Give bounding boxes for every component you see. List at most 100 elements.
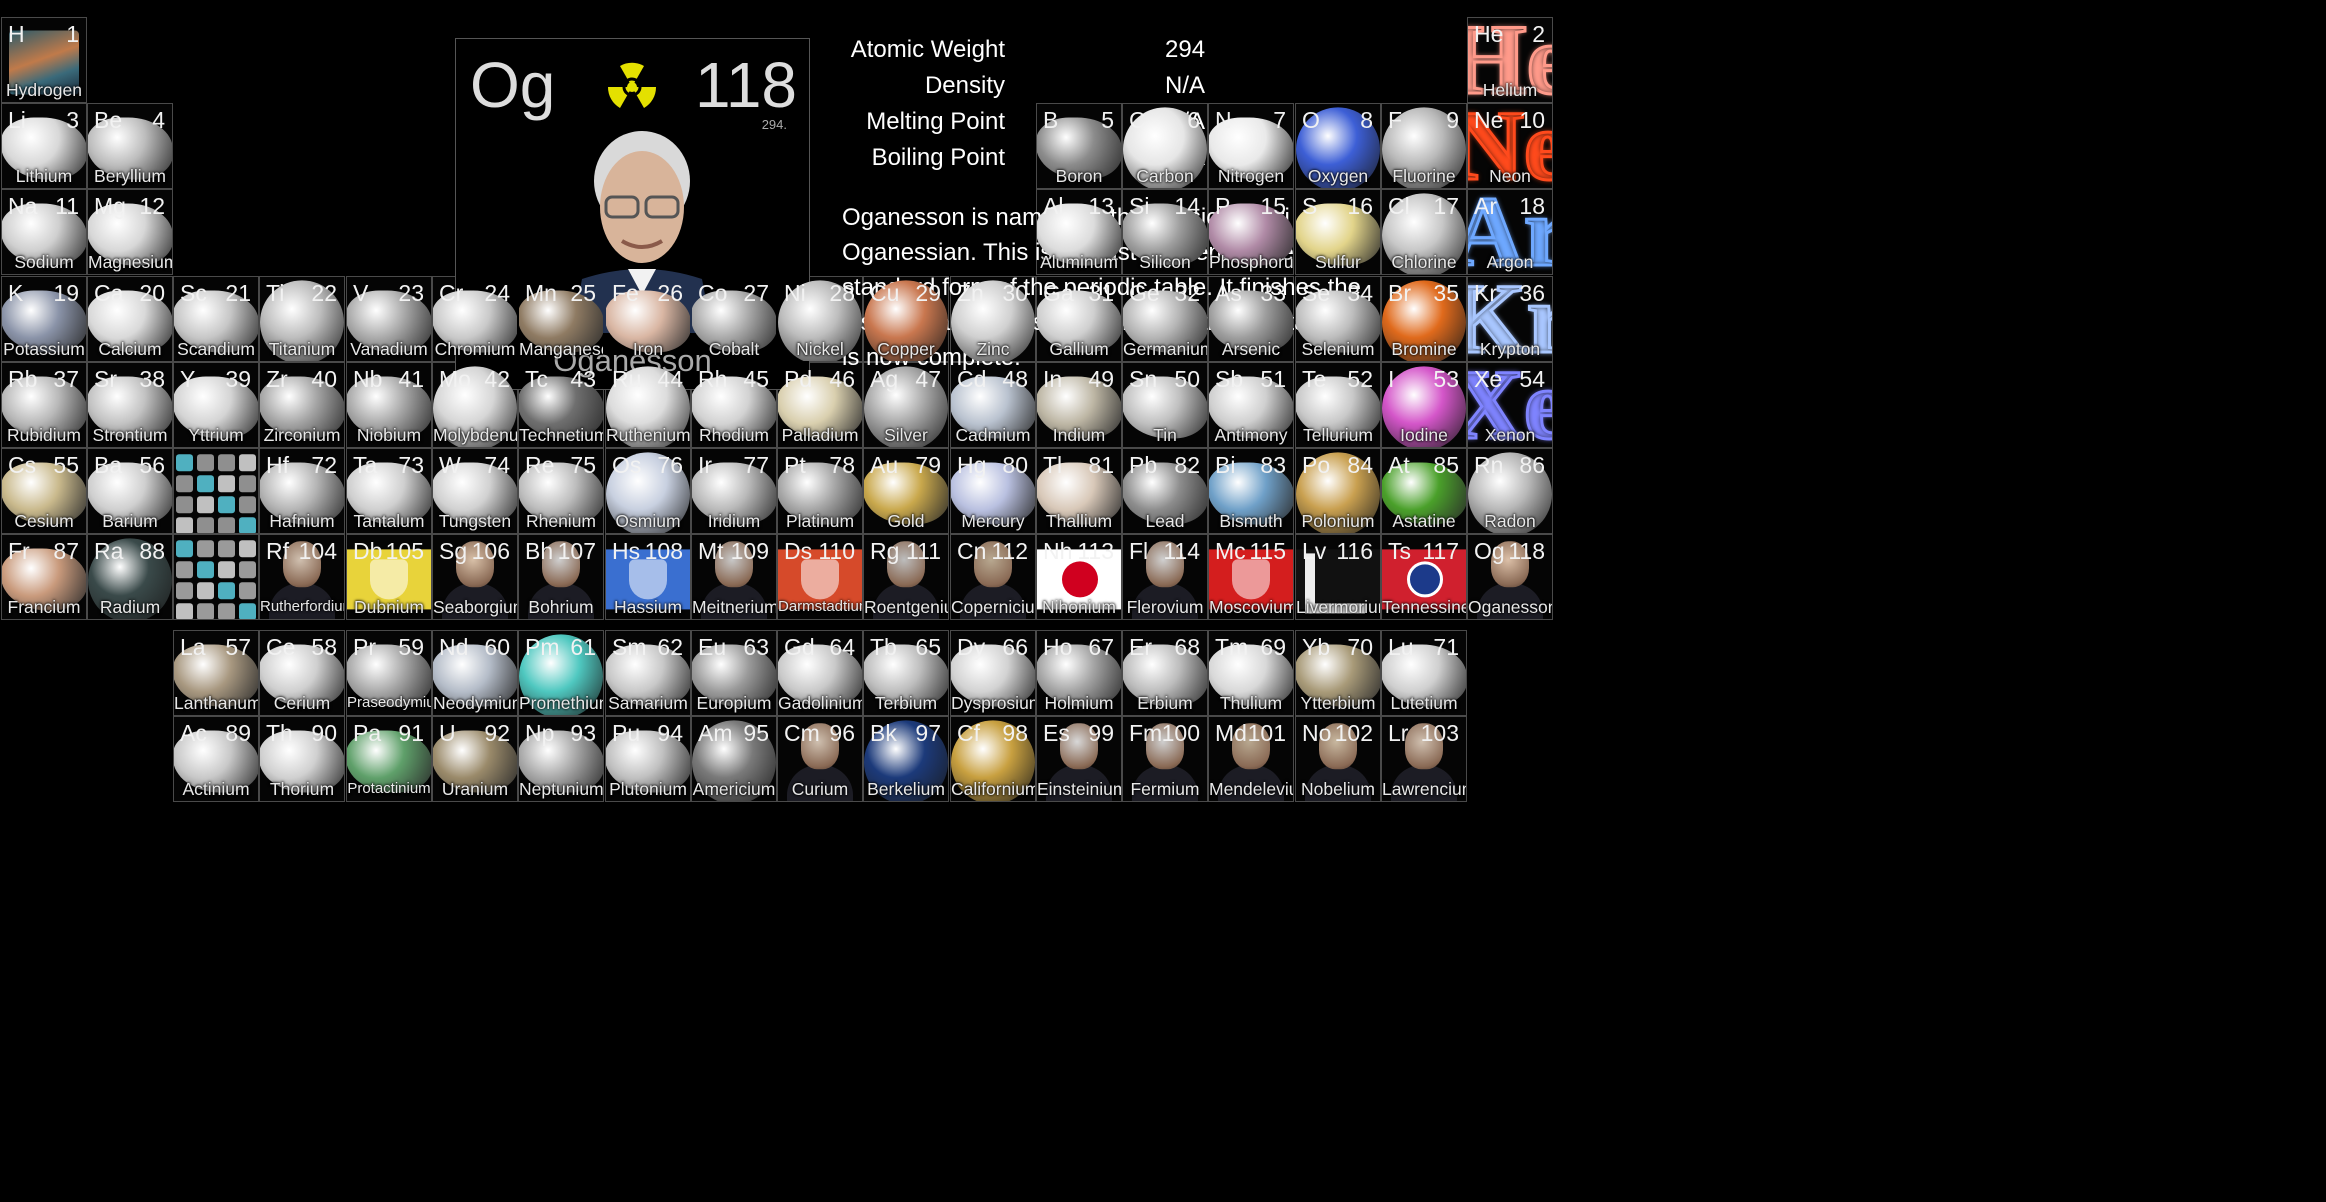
element-tile-lead[interactable]: Pb 82 Lead [1122,448,1208,534]
element-tile-krypton[interactable]: KrKr36Krypton [1467,276,1553,362]
element-tile-titanium[interactable]: Ti 22 Titanium [259,276,345,362]
element-tile-lanthanum[interactable]: La 57 Lanthanum [173,630,259,716]
element-tile-europium[interactable]: Eu 63 Europium [691,630,777,716]
element-tile-actinium[interactable]: Ac 89 Actinium [173,716,259,802]
element-tile-iridium[interactable]: Ir 77 Iridium [691,448,777,534]
element-tile-roentgenium[interactable]: Rg111 Roentgenium [863,534,949,620]
element-tile-neon[interactable]: NeNe10Neon [1467,103,1553,189]
element-tile-zirconium[interactable]: Zr 40 Zirconium [259,362,345,448]
element-tile-molybdenum[interactable]: Mo 42 Molybdenum [432,362,518,448]
element-tile-meitnerium[interactable]: Mt 109 Meitnerium [691,534,777,620]
element-tile-nobelium[interactable]: No 102 Nobelium [1295,716,1381,802]
element-tile-berkelium[interactable]: Bk 97 Berkelium [863,716,949,802]
element-tile-beryllium[interactable]: Be 4 Beryllium [87,103,173,189]
element-tile-dysprosium[interactable]: Dy 66 Dysprosium [950,630,1036,716]
element-tile-gadolinium[interactable]: Gd 64 Gadolinium [777,630,863,716]
element-tile-magnesium[interactable]: Mg 12 Magnesium [87,189,173,275]
element-tile-mendelevium[interactable]: Md101 Mendelevium [1208,716,1294,802]
element-tile-gold[interactable]: Au 79 Gold [863,448,949,534]
element-tile-polonium[interactable]: Po 84 Polonium [1295,448,1381,534]
element-tile-protactinium[interactable]: Pa 91 Protactinium [346,716,432,802]
element-tile-zinc[interactable]: Zn 30 Zinc [950,276,1036,362]
element-tile-einsteinium[interactable]: Es 99 Einsteinium [1036,716,1122,802]
element-tile-cesium[interactable]: Cs 55 Cesium [1,448,87,534]
element-tile-curium[interactable]: Cm 96 Curium [777,716,863,802]
element-tile-calcium[interactable]: Ca 20 Calcium [87,276,173,362]
element-tile-xenon[interactable]: XeXe54Xenon [1467,362,1553,448]
element-tile-oxygen[interactable]: O 8 Oxygen [1295,103,1381,189]
element-tile-series-6[interactable] [173,448,259,534]
element-tile-erbium[interactable]: Er 68 Erbium [1122,630,1208,716]
element-tile-hassium[interactable]: Hs 108 Hassium [605,534,691,620]
element-tile-barium[interactable]: Ba 56 Barium [87,448,173,534]
element-tile-radon[interactable]: Rn 86 Radon [1467,448,1553,534]
element-tile-terbium[interactable]: Tb 65 Terbium [863,630,949,716]
element-tile-rutherfordium[interactable]: Rf 104 Rutherfordium [259,534,345,620]
element-tile-mercury[interactable]: Hg 80 Mercury [950,448,1036,534]
element-tile-thorium[interactable]: Th 90 Thorium [259,716,345,802]
element-tile-rubidium[interactable]: Rb 37 Rubidium [1,362,87,448]
element-tile-neodymium[interactable]: Nd 60 Neodymium [432,630,518,716]
element-tile-radium[interactable]: Ra 88 Radium [87,534,173,620]
element-tile-scandium[interactable]: Sc 21 Scandium [173,276,259,362]
element-tile-carbon[interactable]: C 6 Carbon [1122,103,1208,189]
element-tile-flerovium[interactable]: Fl 114 Flerovium [1122,534,1208,620]
element-tile-sodium[interactable]: Na 11 Sodium [1,189,87,275]
element-tile-potassium[interactable]: K 19 Potassium [1,276,87,362]
element-tile-bromine[interactable]: Br 35 Bromine [1381,276,1467,362]
element-tile-helium[interactable]: HeHe2Helium [1467,17,1553,103]
element-tile-neptunium[interactable]: Np 93 Neptunium [518,716,604,802]
element-tile-ruthenium[interactable]: Ru 44 Ruthenium [605,362,691,448]
element-tile-thallium[interactable]: Tl 81 Thallium [1036,448,1122,534]
element-tile-tennessine[interactable]: Ts 117 Tennessine [1381,534,1467,620]
element-tile-iodine[interactable]: I 53 Iodine [1381,362,1467,448]
element-tile-niobium[interactable]: Nb 41 Niobium [346,362,432,448]
element-tile-promethium[interactable]: Pm 61 Promethium [518,630,604,716]
element-tile-thulium[interactable]: Tm 69 Thulium [1208,630,1294,716]
element-tile-copper[interactable]: Cu 29 Copper [863,276,949,362]
element-tile-livermorium[interactable]: Lv 116 Livermorium [1295,534,1381,620]
element-tile-fermium[interactable]: Fm 100 Fermium [1122,716,1208,802]
element-tile-bohrium[interactable]: Bh 107 Bohrium [518,534,604,620]
element-tile-osmium[interactable]: Os 76 Osmium [605,448,691,534]
element-tile-rhenium[interactable]: Re 75 Rhenium [518,448,604,534]
element-tile-platinum[interactable]: Pt 78 Platinum [777,448,863,534]
element-tile-hafnium[interactable]: Hf 72 Hafnium [259,448,345,534]
element-tile-argon[interactable]: ArAr18Argon [1467,189,1553,275]
element-tile-lutetium[interactable]: Lu 71 Lutetium [1381,630,1467,716]
element-tile-nickel[interactable]: Ni 28 Nickel [777,276,863,362]
element-number: 14 [1174,193,1200,219]
element-tile-samarium[interactable]: Sm 62 Samarium [605,630,691,716]
element-tile-astatine[interactable]: At 85 Astatine [1381,448,1467,534]
element-tile-yttrium[interactable]: Y 39 Yttrium [173,362,259,448]
element-tile-copernicium[interactable]: Cn112 Copernicium [950,534,1036,620]
element-tile-holmium[interactable]: Ho 67 Holmium [1036,630,1122,716]
element-tile-lawrencium[interactable]: Lr 103 Lawrencium [1381,716,1467,802]
element-tile-californium[interactable]: Cf 98 Californium [950,716,1036,802]
element-tile-series-7[interactable] [173,534,259,620]
element-tile-moscovium[interactable]: Mc 115 Moscovium [1208,534,1294,620]
element-tile-silver[interactable]: Ag 47 Silver [863,362,949,448]
element-tile-praseodymium[interactable]: Pr 59 Praseodymium [346,630,432,716]
element-tile-tungsten[interactable]: W 74 Tungsten [432,448,518,534]
element-tile-vanadium[interactable]: V 23 Vanadium [346,276,432,362]
element-tile-nihonium[interactable]: Nh 113 Nihonium [1036,534,1122,620]
element-tile-palladium[interactable]: Pd 46 Palladium [777,362,863,448]
element-tile-cerium[interactable]: Ce 58 Cerium [259,630,345,716]
element-tile-americium[interactable]: Am 95 Americium [691,716,777,802]
element-tile-seaborgium[interactable]: Sg 106 Seaborgium [432,534,518,620]
element-tile-francium[interactable]: Fr 87 Francium [1,534,87,620]
element-tile-chlorine[interactable]: Cl 17 Chlorine [1381,189,1467,275]
element-tile-fluorine[interactable]: F 9 Fluorine [1381,103,1467,189]
element-tile-lithium[interactable]: Li 3 Lithium [1,103,87,189]
element-tile-dubnium[interactable]: Db 105 Dubnium [346,534,432,620]
element-tile-uranium[interactable]: U 92 Uranium [432,716,518,802]
element-tile-plutonium[interactable]: Pu 94 Plutonium [605,716,691,802]
element-tile-strontium[interactable]: Sr 38 Strontium [87,362,173,448]
element-tile-bismuth[interactable]: Bi 83 Bismuth [1208,448,1294,534]
element-tile-ytterbium[interactable]: Yb 70 Ytterbium [1295,630,1381,716]
element-tile-hydrogen[interactable]: H 1 Hydrogen [1,17,87,103]
element-tile-darmstadtium[interactable]: Ds 110 Darmstadtium [777,534,863,620]
element-tile-tantalum[interactable]: Ta 73 Tantalum [346,448,432,534]
element-tile-oganesson[interactable]: Og 118 Oganesson [1467,534,1553,620]
